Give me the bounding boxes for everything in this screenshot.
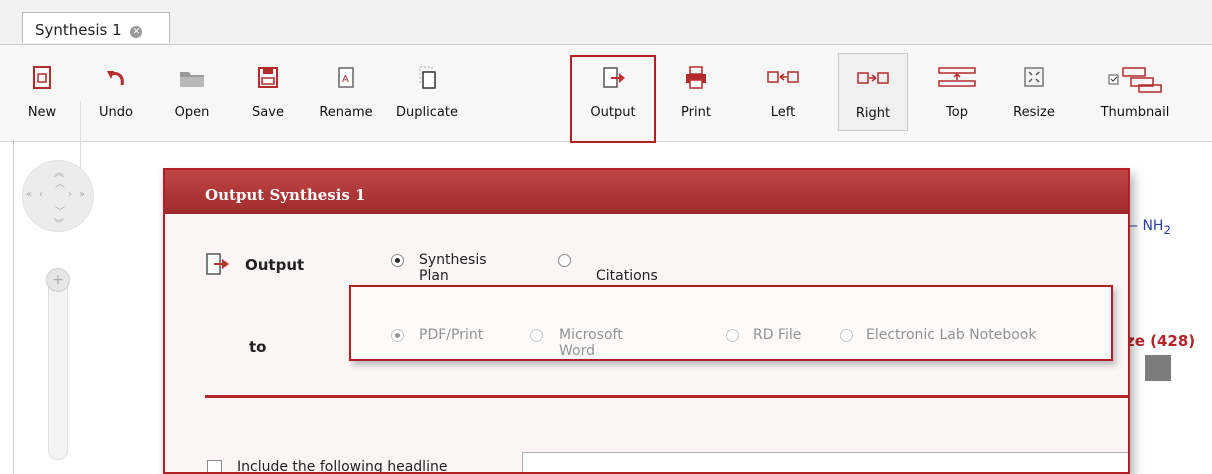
rename-button[interactable]: A Rename bbox=[311, 53, 381, 131]
results-count-text: ze (428) bbox=[1126, 332, 1196, 350]
output-icon bbox=[206, 253, 229, 275]
dialog-title: Output Synthesis 1 bbox=[165, 170, 1128, 214]
output-label: Output bbox=[245, 256, 305, 274]
duplicate-icon bbox=[419, 66, 436, 89]
search-icon[interactable] bbox=[1145, 355, 1171, 381]
pan-right-fast-icon[interactable]: » bbox=[79, 189, 85, 200]
output-highlight-frame bbox=[570, 55, 656, 143]
pan-left-fast-icon[interactable]: « bbox=[26, 189, 32, 200]
thumbnail-icon bbox=[1108, 67, 1162, 93]
close-tab-icon[interactable]: ✕ bbox=[130, 26, 143, 38]
structure-label: — NH2 bbox=[1124, 218, 1171, 237]
tab-title: Synthesis 1 bbox=[35, 21, 122, 39]
undo-icon bbox=[107, 71, 124, 86]
rename-icon: A bbox=[338, 67, 354, 88]
new-document-icon bbox=[33, 66, 51, 89]
radio-citations[interactable] bbox=[558, 254, 571, 267]
svg-text:A: A bbox=[342, 74, 349, 85]
new-button[interactable]: New bbox=[12, 53, 72, 131]
section-divider bbox=[205, 395, 1128, 398]
citations-label: Citations bbox=[596, 268, 658, 284]
resize-button[interactable]: Resize bbox=[1002, 53, 1066, 131]
tab-bar: Synthesis 1 ✕ bbox=[0, 0, 1212, 45]
zoom-in-icon[interactable]: + bbox=[46, 268, 70, 292]
pan-up-icon[interactable]: ︿ bbox=[55, 175, 65, 190]
printer-icon bbox=[686, 66, 706, 89]
radio-synthesis-plan[interactable] bbox=[391, 254, 404, 267]
to-options-highlight-frame bbox=[349, 285, 1113, 361]
thumbnail-button[interactable]: Thumbnail bbox=[1080, 53, 1190, 131]
print-button[interactable]: Print bbox=[666, 53, 726, 131]
headline-label: Include the following headline bbox=[237, 459, 448, 474]
synthesis-plan-label: Synthesis Plan bbox=[419, 252, 487, 284]
headline-checkbox[interactable] bbox=[207, 460, 222, 472]
open-button[interactable]: Open bbox=[160, 53, 224, 131]
save-icon bbox=[258, 67, 278, 88]
left-button[interactable]: Left bbox=[748, 53, 818, 131]
pan-right-icon[interactable]: › bbox=[68, 189, 72, 200]
headline-input[interactable] bbox=[522, 452, 1128, 472]
align-top-icon bbox=[938, 67, 976, 87]
resize-icon bbox=[1024, 67, 1044, 87]
folder-icon bbox=[180, 72, 204, 87]
right-button[interactable]: Right bbox=[838, 53, 908, 131]
zoom-slider[interactable] bbox=[48, 268, 68, 460]
duplicate-button[interactable]: Duplicate bbox=[384, 53, 470, 131]
pan-control[interactable]: ︽ ︿ « ‹ › » ﹀ ︾ bbox=[22, 160, 94, 232]
tab-synthesis-1[interactable]: Synthesis 1 ✕ bbox=[22, 12, 170, 43]
align-right-icon bbox=[857, 72, 889, 84]
pan-left-icon[interactable]: ‹ bbox=[39, 189, 43, 200]
align-left-icon bbox=[767, 71, 799, 83]
top-button[interactable]: Top bbox=[924, 53, 990, 131]
toolbar-divider bbox=[80, 101, 81, 173]
save-button[interactable]: Save bbox=[238, 53, 298, 131]
canvas-divider bbox=[13, 140, 14, 474]
to-label: to bbox=[249, 338, 267, 356]
pan-down-fast-icon[interactable]: ︾ bbox=[54, 215, 64, 230]
undo-button[interactable]: Undo bbox=[86, 53, 146, 131]
